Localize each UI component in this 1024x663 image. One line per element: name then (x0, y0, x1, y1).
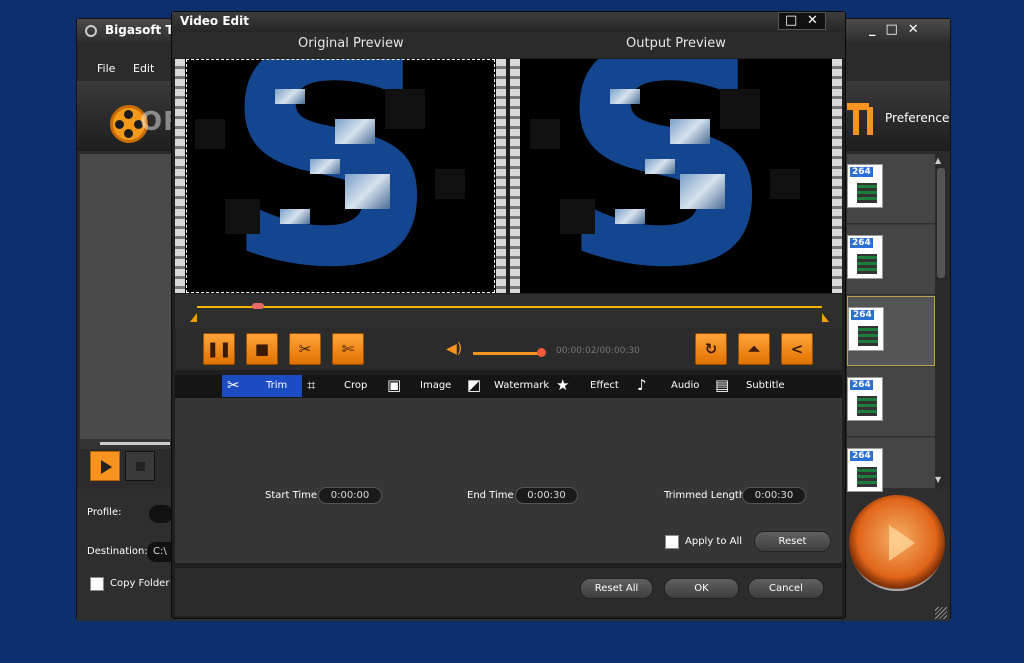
scroll-down-arrow-icon[interactable]: ▼ (935, 475, 941, 484)
tab-trim[interactable]: Trim (266, 380, 287, 391)
list-item[interactable]: 264 (847, 367, 935, 437)
preference-icon[interactable] (845, 101, 877, 137)
volume-slider-thumb[interactable] (537, 348, 546, 357)
reset-all-button[interactable]: Reset All (580, 578, 653, 599)
end-time-field[interactable]: 0:00:30 (515, 487, 578, 504)
tab-watermark[interactable]: Watermark (494, 380, 549, 391)
resize-grip-icon[interactable] (935, 607, 947, 619)
rotate-icon: ↻ (704, 340, 718, 358)
list-item-selected[interactable]: 264 (847, 296, 935, 366)
menu-file[interactable]: File (97, 62, 115, 75)
film-strip (510, 59, 520, 293)
film-strip (175, 59, 185, 293)
original-preview-title: Original Preview (298, 36, 404, 51)
tab-audio[interactable]: Audio (671, 380, 699, 391)
crop-selection-rectangle[interactable] (186, 59, 495, 293)
start-time-field[interactable]: 0:00:00 (318, 487, 382, 504)
ok-button[interactable]: OK (664, 578, 739, 599)
flip-vertical-button[interactable]: ⏶ (738, 333, 770, 365)
flip-horizontal-button[interactable]: < (781, 333, 813, 365)
output-preview-title: Output Preview (626, 36, 726, 51)
profile-label: Profile: (87, 507, 122, 518)
rotate-button[interactable]: ↻ (695, 333, 727, 365)
app-logo-icon (85, 25, 97, 37)
dialog-title: Video Edit (180, 14, 249, 28)
tab-crop[interactable]: Crop (344, 380, 367, 391)
preference-label[interactable]: Preference (885, 111, 949, 125)
maximize-icon[interactable]: □ (785, 13, 797, 28)
timeline-track[interactable] (197, 306, 822, 308)
main-seek-bar[interactable] (80, 439, 172, 449)
h264-file-icon: 264 (847, 448, 883, 492)
subtitle-icon[interactable]: ▤ (715, 376, 729, 394)
scissors-icon[interactable]: ✂ (227, 376, 240, 394)
film-strip (496, 59, 506, 293)
main-window-title: Bigasoft To (105, 23, 181, 37)
h264-file-icon: 264 (847, 235, 883, 279)
flip-vertical-icon: ⏶ (747, 340, 760, 358)
close-icon[interactable]: ✕ (807, 13, 818, 28)
main-preview-area (80, 154, 172, 439)
preview-header (172, 32, 845, 58)
volume-slider[interactable] (473, 352, 541, 355)
stop-button[interactable]: ■ (246, 333, 278, 365)
watermark-icon[interactable]: ◩ (467, 376, 481, 394)
dialog-bottom-bar (175, 568, 842, 616)
file-list-scrollbar[interactable] (935, 154, 947, 489)
pause-button[interactable]: ❚❚ (203, 333, 235, 365)
list-item[interactable]: 264 (847, 154, 935, 224)
trim-start-marker-icon[interactable] (190, 313, 197, 322)
list-item[interactable]: 264 (847, 225, 935, 295)
volume-icon[interactable]: ◀) (446, 342, 464, 356)
copy-folder-checkbox[interactable] (90, 577, 104, 591)
apply-to-all-label: Apply to All (685, 536, 743, 547)
pause-icon: ❚❚ (206, 340, 232, 358)
start-time-label: Start Time (265, 490, 318, 501)
time-display: 00:00:02/00:00:30 (556, 346, 640, 356)
h264-file-icon: 264 (848, 307, 884, 351)
cut-button[interactable]: ✂ (289, 333, 321, 365)
flip-horizontal-icon: < (790, 340, 804, 358)
trimmed-length-field: 0:00:30 (742, 487, 806, 504)
tab-effect[interactable]: Effect (590, 380, 619, 391)
tab-image[interactable]: Image (420, 380, 451, 391)
crop-icon[interactable]: ⌗ (307, 376, 315, 394)
trimmed-length-label: Trimmed Length (664, 490, 746, 501)
copy-folder-label: Copy Folder S (110, 578, 179, 589)
image-icon[interactable]: ▣ (387, 376, 401, 394)
main-stop-button[interactable] (125, 451, 155, 481)
profile-dropdown-icon[interactable] (149, 505, 173, 523)
apply-to-all-checkbox[interactable] (665, 535, 679, 549)
main-window-buttons[interactable]: _□✕ (869, 22, 929, 37)
playhead-thumb[interactable] (252, 303, 264, 309)
h264-file-icon: 264 (847, 377, 883, 421)
star-icon[interactable]: ★ (556, 376, 569, 394)
dialog-window-buttons: □ ✕ (778, 12, 826, 30)
stop-icon: ■ (254, 340, 270, 358)
scissors-icon: ✂ (298, 340, 312, 358)
scroll-up-arrow-icon[interactable]: ▲ (935, 156, 941, 165)
destination-label: Destination: (87, 546, 148, 557)
split-scissors-icon: ✄ (341, 340, 355, 358)
dialog-title-bar: Video Edit (172, 12, 845, 32)
cancel-button[interactable]: Cancel (748, 578, 824, 599)
reset-button[interactable]: Reset (754, 531, 831, 552)
end-time-label: End Time (467, 490, 514, 501)
music-note-icon[interactable]: ♪ (637, 376, 647, 394)
menu-edit[interactable]: Edit (133, 62, 154, 75)
output-preview-video: S (520, 59, 832, 293)
video-edit-dialog: Video Edit □ ✕ Original Preview Output P… (171, 11, 846, 619)
tab-subtitle[interactable]: Subtitle (746, 380, 785, 391)
film-strip (832, 59, 842, 293)
timeline-bar (175, 294, 842, 328)
file-list: 264 264 264 264 264 (847, 154, 945, 492)
list-item[interactable]: 264 (847, 438, 935, 492)
convert-button[interactable] (849, 495, 945, 591)
h264-file-icon: 264 (847, 164, 883, 208)
main-play-button[interactable] (90, 451, 120, 481)
split-button[interactable]: ✄ (332, 333, 364, 365)
trim-end-marker-icon[interactable] (822, 313, 829, 322)
